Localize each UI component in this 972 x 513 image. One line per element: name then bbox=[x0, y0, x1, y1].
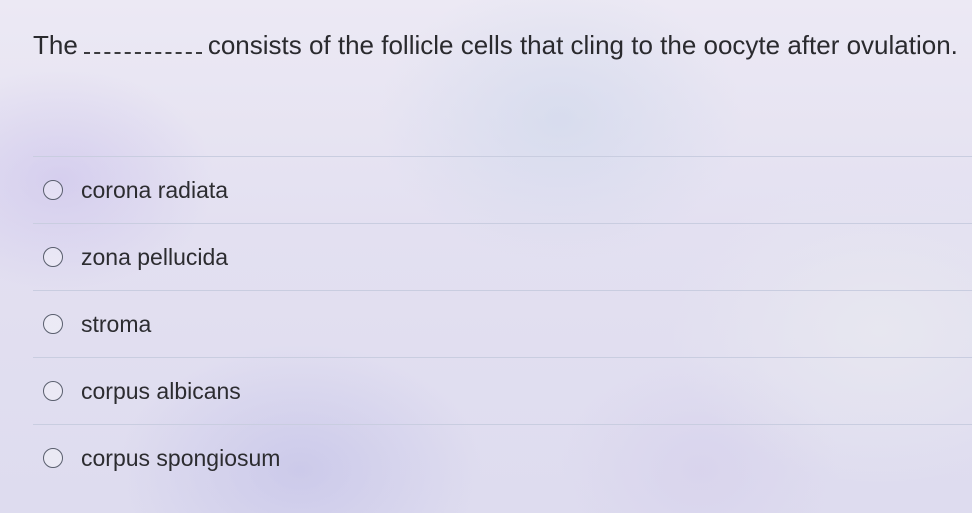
radio-button[interactable] bbox=[43, 381, 63, 401]
question-text-start: The bbox=[33, 30, 78, 60]
choice-zona-pellucida[interactable]: zona pellucida bbox=[33, 223, 972, 290]
choice-corpus-spongiosum[interactable]: corpus spongiosum bbox=[33, 424, 972, 491]
choice-label: stroma bbox=[81, 310, 152, 337]
answer-choices: corona radiata zona pellucida stroma cor… bbox=[33, 156, 972, 491]
question-text-end: consists of the follicle cells that clin… bbox=[207, 30, 958, 60]
choice-label: corpus spongiosum bbox=[81, 444, 281, 471]
choice-label: zona pellucida bbox=[81, 243, 229, 270]
choice-stroma[interactable]: stroma bbox=[33, 290, 972, 357]
question-text: The consists of the follicle cells that c… bbox=[33, 22, 963, 68]
choice-label: corona radiata bbox=[81, 176, 229, 203]
radio-button[interactable] bbox=[43, 448, 63, 468]
choice-corona-radiata[interactable]: corona radiata bbox=[33, 156, 972, 223]
radio-button[interactable] bbox=[43, 314, 63, 334]
radio-button[interactable] bbox=[43, 180, 63, 200]
radio-button[interactable] bbox=[43, 247, 63, 267]
choice-label: corpus albicans bbox=[81, 377, 241, 404]
answer-blank bbox=[83, 32, 202, 54]
choice-corpus-albicans[interactable]: corpus albicans bbox=[33, 357, 972, 424]
